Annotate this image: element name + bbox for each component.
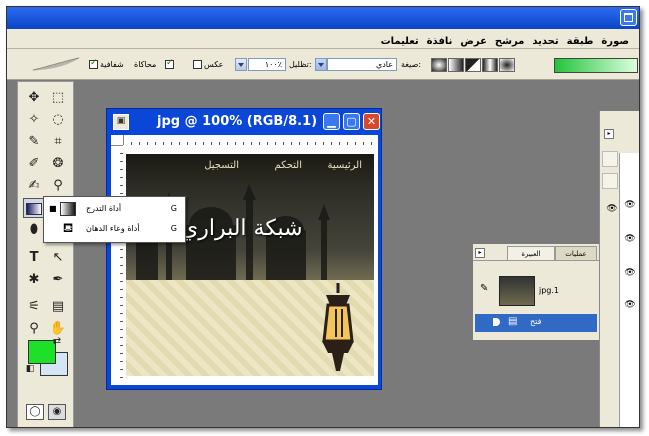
magic-wand-tool-icon[interactable]: ✧ — [23, 110, 45, 130]
site-title: شبكة البراري — [181, 216, 303, 241]
layer-row-selected[interactable]: ▤ فتح — [475, 314, 597, 332]
tab-layers[interactable]: العبيرة — [507, 246, 555, 261]
eyedropper-tool-icon[interactable]: ✎ — [23, 132, 45, 152]
menu-bar: صورةطبقةتحديدمرشحعرضنافذةتعليمات — [7, 29, 639, 49]
layer-thumbnail — [499, 276, 535, 306]
transparency-checkbox[interactable] — [89, 58, 98, 69]
feather-logo-icon — [29, 57, 81, 71]
type-tool-icon[interactable]: T — [23, 248, 45, 268]
gradient-preview[interactable] — [554, 58, 638, 73]
nav-control: التحكم — [274, 160, 302, 171]
active-tool-marker: ■ — [49, 204, 57, 213]
transparency-label: شفافية — [100, 60, 124, 69]
blur-tool-icon[interactable]: ⬮ — [23, 220, 45, 240]
dock-tab-1[interactable] — [602, 151, 618, 167]
reverse-checkbox[interactable] — [193, 60, 202, 69]
layers-panel: ▸ العبيرة عمليات ✎ jpg.1 ▤ فتح — [472, 243, 600, 341]
flyout-item-gradient[interactable]: ■ أداة التدرج G — [44, 199, 185, 219]
flyout-gradient-shortcut: G — [170, 204, 177, 213]
standard-mode-icon[interactable]: ◯ — [26, 404, 44, 420]
reverse-label: عكس — [204, 60, 224, 69]
layer-visibility-icon[interactable]: 👁 — [623, 269, 637, 278]
notes-tool-icon[interactable]: ⚟ — [23, 297, 45, 317]
shape-tool-icon[interactable]: ✱ — [23, 270, 45, 290]
nav-home: الرئيسية — [327, 160, 362, 171]
flyout-bucket-label: أداة وعاء الدهان — [86, 224, 140, 233]
marquee-tool-icon[interactable]: ⬚ — [47, 88, 69, 108]
history-brush-tool-icon[interactable]: ✍ — [23, 176, 45, 196]
history-marker-icon — [493, 318, 500, 326]
brush-tool-icon[interactable]: ✐ — [23, 154, 45, 174]
mode-dropdown-arrow[interactable] — [315, 58, 327, 71]
paint-bucket-icon: ⛾ — [62, 221, 74, 236]
move-tool-icon[interactable]: ✥ — [23, 88, 45, 108]
right-layers-strip: 👁 👁 👁 👁 — [619, 153, 639, 427]
default-colors-icon[interactable]: ◧ — [24, 363, 36, 375]
gradient-tool-icon[interactable] — [23, 198, 45, 218]
diamond-gradient-button[interactable] — [499, 58, 515, 72]
annotation-tool-icon[interactable]: ▤ — [47, 297, 69, 317]
tab-actions[interactable]: عمليات — [555, 246, 597, 261]
options-bar: شفافية محاكاة عكس ١٠٠٪ تظليل: عادي صيغة: — [7, 49, 639, 80]
flyout-gradient-label: أداة التدرج — [86, 204, 122, 213]
flyout-bucket-shortcut: G — [170, 224, 177, 233]
layer-visibility-icon[interactable]: 👁 — [623, 235, 637, 244]
mode-select[interactable]: عادي — [327, 58, 397, 71]
dock-menu-icon[interactable]: ▸ — [604, 129, 614, 139]
healing-tool-icon[interactable]: ❂ — [47, 154, 69, 174]
document-icon: ▣ — [113, 114, 129, 130]
opacity-field[interactable]: ١٠٠٪ — [248, 58, 286, 71]
nav-register: التسجيل — [204, 160, 239, 171]
document-title: jpg @ 100% (RGB/8.1) — [157, 114, 318, 129]
maximize-button[interactable] — [620, 9, 637, 26]
opacity-label: تظليل: — [289, 60, 312, 69]
lantern-icon — [322, 283, 354, 371]
app-title-bar — [7, 7, 639, 29]
layer-visibility-icon[interactable]: 👁 — [623, 301, 637, 310]
dock-tab-2[interactable] — [602, 173, 618, 189]
document-title-bar: ▣ jpg @ 100% (RGB/8.1) ▁ ▢ ✕ — [107, 109, 381, 135]
stamp-tool-icon[interactable]: ⚲ — [47, 176, 69, 196]
quick-mask-icon[interactable]: ◉ — [48, 404, 66, 420]
reflected-gradient-button[interactable] — [482, 58, 498, 72]
layer-visibility-icon[interactable]: 👁 — [623, 201, 637, 210]
flyout-item-paint-bucket[interactable]: ⛾ أداة وعاء الدهان G — [44, 219, 185, 239]
history-doc-icon: ▤ — [508, 316, 518, 327]
close-button[interactable]: ✕ — [363, 113, 380, 130]
panel-menu-icon[interactable]: ▸ — [475, 248, 485, 258]
gradient-tool-icon — [60, 202, 76, 216]
tool-flyout-menu: ■ أداة التدرج G ⛾ أداة وعاء الدهان G — [43, 196, 186, 243]
dither-checkbox[interactable] — [165, 58, 174, 69]
minimize-button[interactable]: ▁ — [323, 113, 340, 130]
layer-name-selected: فتح — [530, 317, 542, 326]
layer-visibility-icon[interactable]: 👁 — [605, 205, 619, 214]
canvas-image[interactable]: الرئيسية التحكم التسجيل شبكة البراري — [126, 154, 374, 376]
dither-label: محاكاة — [134, 60, 157, 69]
toolbox: ✥ ⬚ ✧ ◌ ✎ ⌗ ✐ ❂ ✍ ⚲ ▱ ⬮ ⚫ T ↖ ✱ ✒ ⚟ ▤ ⚲ … — [17, 81, 74, 427]
pen-tool-icon[interactable]: ✒ — [47, 270, 69, 290]
layer-row[interactable]: ✎ jpg.1 — [475, 274, 597, 308]
site-nav-bar: الرئيسية التحكم التسجيل — [126, 154, 374, 180]
radial-gradient-button[interactable] — [431, 58, 447, 72]
restore-button[interactable]: ▢ — [343, 113, 360, 130]
linear-gradient-button[interactable] — [448, 58, 464, 72]
layer-name: jpg.1 — [539, 286, 560, 295]
opacity-slider-button[interactable] — [235, 58, 247, 71]
swap-colors-icon[interactable]: ⇄ — [50, 336, 64, 348]
path-select-tool-icon[interactable]: ↖ — [47, 248, 69, 268]
gradient-style-label: صيغة: — [401, 60, 422, 69]
crop-tool-icon[interactable]: ⌗ — [47, 132, 69, 152]
lasso-tool-icon[interactable]: ◌ — [47, 110, 69, 130]
document-window: ▣ jpg @ 100% (RGB/8.1) ▁ ▢ ✕ الرئيسية ال… — [106, 108, 382, 390]
app-window: صورةطبقةتحديدمرشحعرضنافذةتعليمات شفافية … — [6, 6, 640, 428]
angle-gradient-button[interactable] — [465, 58, 481, 72]
zoom-tool-icon[interactable]: ⚲ — [23, 319, 45, 339]
brush-history-icon: ✎ — [480, 283, 489, 294]
